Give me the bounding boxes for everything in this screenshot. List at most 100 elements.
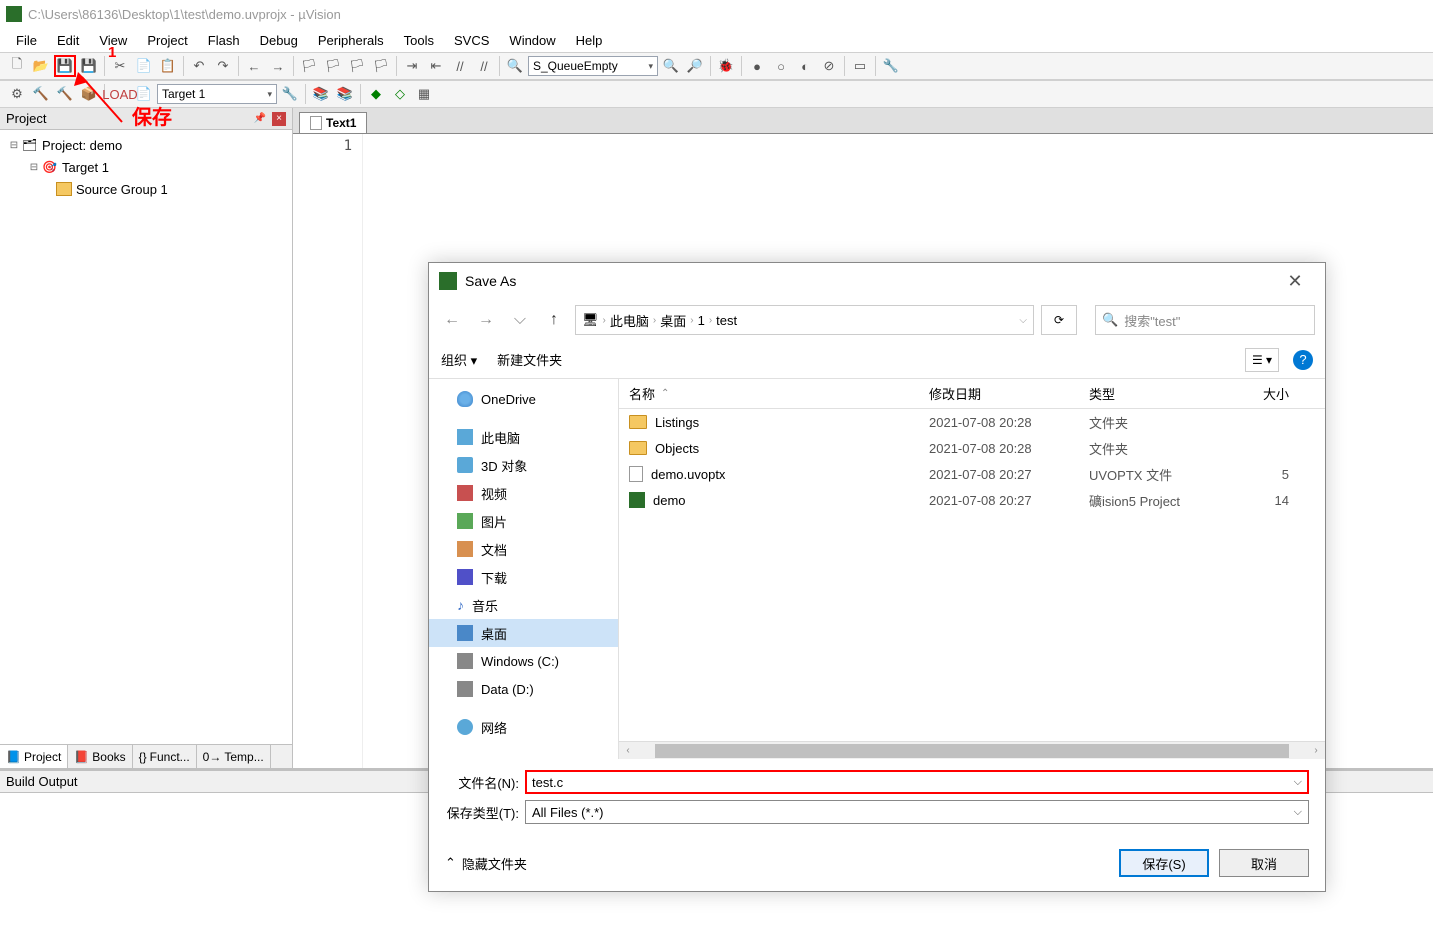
find-icon[interactable]: 🔍 — [504, 55, 526, 77]
menu-file[interactable]: File — [8, 31, 45, 50]
menu-project[interactable]: Project — [139, 31, 195, 50]
copy-icon[interactable]: 📄 — [133, 55, 155, 77]
nav-recent-icon[interactable]: ⌵ — [507, 307, 533, 333]
col-date[interactable]: 修改日期 — [929, 384, 1089, 403]
rebuild-icon[interactable]: 🔨 — [54, 83, 76, 105]
sidebar-onedrive[interactable]: OneDrive — [429, 385, 618, 413]
file-row-objects[interactable]: Objects 2021-07-08 20:28 文件夹 — [619, 435, 1325, 461]
project-tree[interactable]: ⊟ 🗂 Project: demo ⊟ 🎯 Target 1 Source Gr… — [0, 130, 292, 744]
redo-icon[interactable]: ↷ — [212, 55, 234, 77]
crumb-1[interactable]: 1 — [698, 313, 705, 328]
crumb-pc[interactable]: 此电脑 — [610, 311, 649, 330]
pack2-icon[interactable]: ◇ — [389, 83, 411, 105]
dialog-close-icon[interactable]: ✕ — [1275, 271, 1315, 292]
save-button[interactable]: 保存(S) — [1119, 849, 1209, 877]
forward-icon[interactable]: → — [267, 55, 289, 77]
manage2-icon[interactable]: 📚 — [334, 83, 356, 105]
bp-enable-icon[interactable]: ○ — [770, 55, 792, 77]
findfiles-icon[interactable]: 🔎 — [684, 55, 706, 77]
breadcrumb[interactable]: 🖥 › 此电脑 › 桌面 › 1 › test ⌵ — [575, 305, 1034, 335]
tab-templates[interactable]: 0→ Temp... — [197, 745, 271, 768]
menu-help[interactable]: Help — [568, 31, 611, 50]
options-icon[interactable]: 🔧 — [279, 83, 301, 105]
window-icon[interactable]: ▭ — [849, 55, 871, 77]
sidebar-d-drive[interactable]: Data (D:) — [429, 675, 618, 703]
bp-disable-icon[interactable]: ◐ — [794, 55, 816, 77]
sidebar-desktop[interactable]: 桌面 — [429, 619, 618, 647]
filetype-input[interactable]: All Files (*.*) — [525, 800, 1309, 824]
tab-project[interactable]: 📘 Project — [0, 745, 68, 768]
bookmark-prev-icon[interactable]: 🏳 — [322, 55, 344, 77]
breakpoint-icon[interactable]: ● — [746, 55, 768, 77]
tab-functions[interactable]: {} Funct... — [133, 745, 197, 768]
cancel-button[interactable]: 取消 — [1219, 849, 1309, 877]
file-row-uvoptx[interactable]: demo.uvoptx 2021-07-08 20:27 UVOPTX 文件 5 — [619, 461, 1325, 487]
sidebar-docs[interactable]: 文档 — [429, 535, 618, 563]
col-size[interactable]: 大小 — [1239, 384, 1299, 403]
target-dropdown[interactable]: Target 1 — [157, 84, 277, 104]
pin-icon[interactable]: 📌 — [254, 113, 266, 124]
view-mode-button[interactable]: ☰ ▾ — [1245, 348, 1279, 372]
saveall-icon[interactable]: 💾 — [78, 55, 100, 77]
sidebar-thispc[interactable]: 此电脑 — [429, 423, 618, 451]
build-icon[interactable]: 🔨 — [30, 83, 52, 105]
organize-button[interactable]: 组织 ▾ — [441, 350, 477, 369]
menu-edit[interactable]: Edit — [49, 31, 87, 50]
back-icon[interactable]: ← — [243, 55, 265, 77]
config-icon[interactable]: 🔧 — [880, 55, 902, 77]
rte-icon[interactable]: ▦ — [413, 83, 435, 105]
search-input[interactable]: 🔍 搜索"test" — [1095, 305, 1315, 335]
new-folder-button[interactable]: 新建文件夹 — [497, 350, 562, 369]
file-row-demo[interactable]: demo 2021-07-08 20:27 礦ision5 Project 14 — [619, 487, 1325, 513]
filename-input[interactable]: test.c — [525, 770, 1309, 794]
horizontal-scrollbar[interactable]: ‹› — [619, 741, 1325, 759]
manage-icon[interactable]: 📚 — [310, 83, 332, 105]
bookmark-clear-icon[interactable]: 🏳 — [370, 55, 392, 77]
sidebar-music[interactable]: ♪音乐 — [429, 591, 618, 619]
nav-back-icon[interactable]: ← — [439, 307, 465, 333]
download-icon[interactable]: LOAD — [109, 83, 131, 105]
help-icon[interactable]: ? — [1293, 350, 1313, 370]
sidebar-3d[interactable]: 3D 对象 — [429, 451, 618, 479]
outdent-icon[interactable]: ⇤ — [425, 55, 447, 77]
paste-icon[interactable]: 📋 — [157, 55, 179, 77]
batch-icon[interactable]: 📦 — [78, 83, 100, 105]
crumb-test[interactable]: test — [716, 313, 737, 328]
menu-peripherals[interactable]: Peripherals — [310, 31, 392, 50]
undo-icon[interactable]: ↶ — [188, 55, 210, 77]
sidebar-downloads[interactable]: 下载 — [429, 563, 618, 591]
bookmark-icon[interactable]: 🏳 — [298, 55, 320, 77]
expand-icon[interactable]: ⊟ — [28, 162, 40, 173]
findnext-icon[interactable]: 🔍 — [660, 55, 682, 77]
col-type[interactable]: 类型 — [1089, 384, 1239, 403]
menu-svcs[interactable]: SVCS — [446, 31, 497, 50]
comment-icon[interactable]: // — [449, 55, 471, 77]
indent-icon[interactable]: ⇥ — [401, 55, 423, 77]
sidebar-videos[interactable]: 视频 — [429, 479, 618, 507]
menu-tools[interactable]: Tools — [396, 31, 442, 50]
crumb-desktop[interactable]: 桌面 — [660, 311, 686, 330]
tree-source-group[interactable]: Source Group 1 — [0, 178, 292, 200]
menu-flash[interactable]: Flash — [200, 31, 248, 50]
nav-up-icon[interactable]: ↑ — [541, 307, 567, 333]
refresh-icon[interactable]: ⟳ — [1041, 305, 1077, 335]
save-icon[interactable]: 💾 — [54, 55, 76, 77]
menu-window[interactable]: Window — [501, 31, 563, 50]
tree-target[interactable]: ⊟ 🎯 Target 1 — [0, 156, 292, 178]
expand-icon[interactable]: ⊟ — [8, 140, 20, 151]
bookmark-next-icon[interactable]: 🏳 — [346, 55, 368, 77]
col-name[interactable]: 名称⌃ — [619, 384, 929, 403]
hide-folders-toggle[interactable]: ⌃ 隐藏文件夹 — [445, 854, 527, 873]
file-row-listings[interactable]: Listings 2021-07-08 20:28 文件夹 — [619, 409, 1325, 435]
sidebar-images[interactable]: 图片 — [429, 507, 618, 535]
open-icon[interactable]: 📂 — [30, 55, 52, 77]
tab-books[interactable]: 📕 Books — [68, 745, 132, 768]
menu-debug[interactable]: Debug — [252, 31, 306, 50]
bp-kill-icon[interactable]: ⊘ — [818, 55, 840, 77]
translate-icon[interactable]: ⚙ — [6, 83, 28, 105]
find-dropdown[interactable]: S_QueueEmpty — [528, 56, 658, 76]
debug-icon[interactable]: 🐞 — [715, 55, 737, 77]
sidebar-network[interactable]: 网络 — [429, 713, 618, 741]
file-tab-text1[interactable]: Text1 — [299, 112, 367, 133]
close-icon[interactable]: × — [272, 112, 286, 126]
